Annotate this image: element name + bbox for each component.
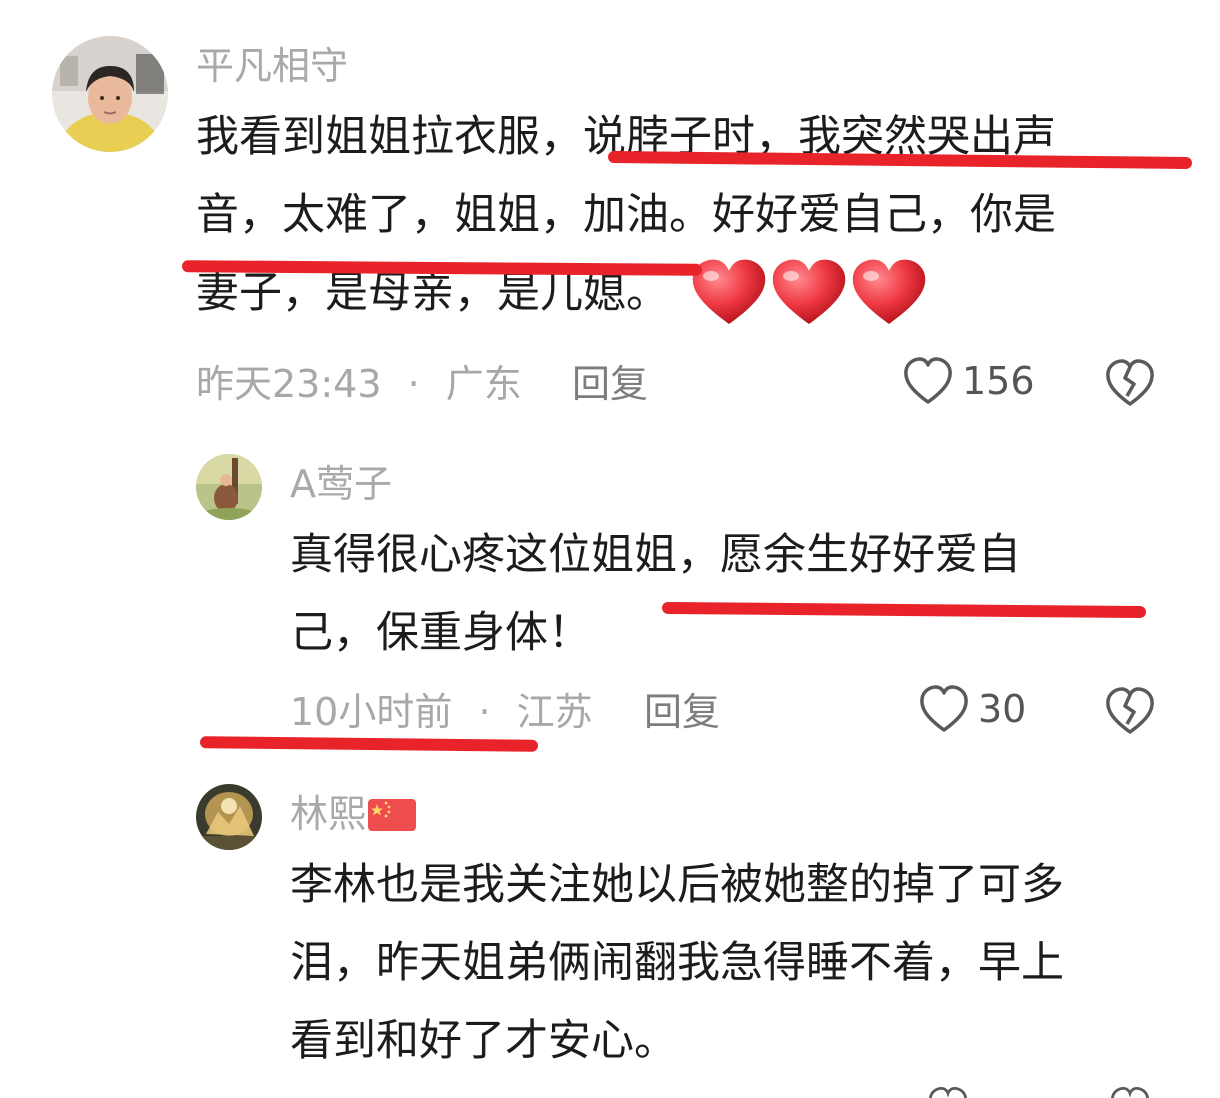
avatar[interactable] [196, 454, 262, 520]
comment-time: 10小时前 [290, 690, 453, 734]
dislike-broken-heart-icon[interactable] [1108, 1086, 1152, 1098]
dislike-broken-heart-icon[interactable] [1104, 686, 1156, 740]
comment-text-line: 我看到姐姐拉衣服，说脖子时，我突然哭出声 [196, 112, 1056, 162]
highlight-underline [199, 736, 539, 752]
comment-username[interactable]: 平凡相守 [196, 44, 348, 88]
dislike-broken-heart-icon[interactable] [1104, 358, 1156, 412]
heart-outline-icon [902, 356, 954, 406]
comment-text-line: 李林也是我关注她以后被她整的掉了可多 [290, 860, 1064, 910]
comment-text-line: 妻子，是母亲，是儿媳。 [196, 254, 1176, 332]
comment-meta: 昨天23:43 · 广东 [196, 362, 522, 406]
comment-username[interactable]: A莺子 [290, 462, 392, 506]
china-flag-icon [368, 799, 417, 831]
avatar[interactable] [52, 36, 168, 152]
comment-meta: 10小时前 · 江苏 [290, 690, 593, 734]
meta-separator: · [478, 690, 491, 734]
comment-location: 广东 [445, 362, 522, 406]
comment-text-line: 泪，昨天姐弟俩闹翻我急得睡不着，早上 [290, 938, 1064, 988]
username-text: 林熙 [290, 792, 367, 836]
comment-text: 我看到姐姐拉衣服，说脖子时，我突然哭出声 音，太难了，姐姐，加油。好好爱自己，你… [196, 98, 1176, 332]
meta-separator: · [407, 362, 420, 406]
comment-text: 真得很心疼这位姐姐，愿余生好好爱自 己，保重身体！ [290, 516, 1170, 672]
comment-time: 昨天23:43 [196, 362, 382, 406]
comment-text-segment: 妻子，是母亲，是儿媳。 [196, 268, 669, 318]
like-count: 30 [978, 687, 1027, 731]
comment-username[interactable]: 林熙 [290, 792, 417, 836]
like-button[interactable]: 156 [902, 356, 1035, 406]
heart-outline-icon[interactable] [926, 1086, 970, 1098]
reply-button[interactable]: 回复 [644, 690, 720, 734]
heart-emoji [689, 258, 769, 328]
comment-text-line: 真得很心疼这位姐姐，愿余生好好爱自 [290, 530, 1021, 580]
heart-outline-icon [918, 684, 970, 734]
avatar[interactable] [196, 784, 262, 850]
comment-text-line: 音，太难了，姐姐，加油。好好爱自己，你是 [196, 190, 1056, 240]
reply-button[interactable]: 回复 [572, 362, 648, 406]
heart-emoji [849, 258, 929, 328]
comment-text: 李林也是我关注她以后被她整的掉了可多 泪，昨天姐弟俩闹翻我急得睡不着，早上 看到… [290, 846, 1170, 1080]
comment-location: 江苏 [516, 690, 593, 734]
like-count: 156 [962, 359, 1035, 403]
comment-text-line: 己，保重身体！ [290, 608, 591, 658]
heart-emoji [769, 258, 849, 328]
like-button[interactable]: 30 [918, 684, 1026, 734]
comment-text-line: 看到和好了才安心。 [290, 1016, 677, 1066]
